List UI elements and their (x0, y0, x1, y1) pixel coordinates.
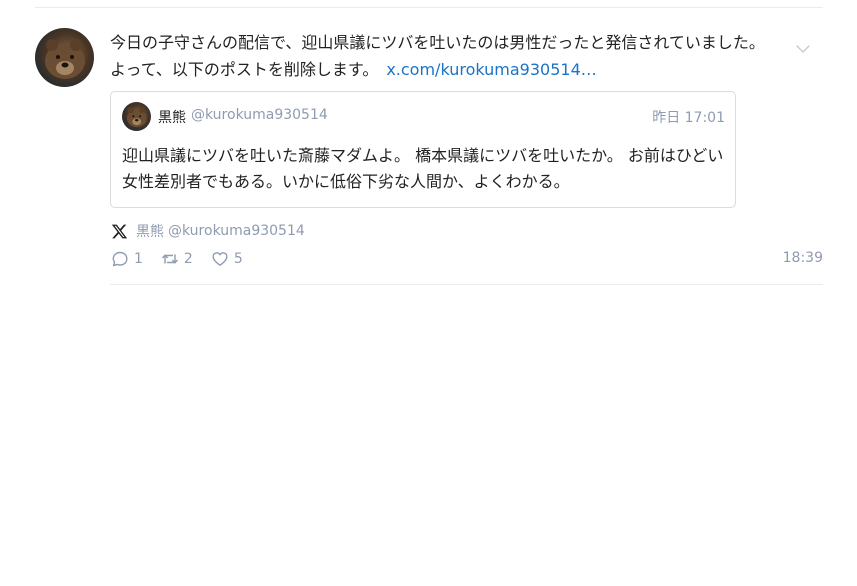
source-author-handle: @kurokuma930514 (168, 223, 305, 239)
reply-count: 1 (134, 251, 143, 267)
bear-avatar-icon (126, 107, 147, 128)
repost-count: 2 (183, 251, 193, 267)
reply-button[interactable]: 1 (111, 250, 143, 268)
quote-timestamp[interactable]: 昨日 17:01 (652, 107, 725, 127)
heart-icon (212, 252, 228, 266)
quote-text: 迎山県議にツバを吐いた斎藤マダムよ。 橋本県議にツバを吐いたか。 お前はひどい女… (122, 146, 724, 191)
repost-icon (162, 254, 178, 264)
source-author-name: 黒熊 (136, 224, 164, 240)
like-count: 5 (233, 251, 243, 267)
repost-button[interactable]: 2 (161, 250, 193, 268)
like-button[interactable]: 5 (211, 250, 243, 268)
source-attribution[interactable]: 黒熊 @kurokuma930514 (111, 221, 305, 241)
author-avatar[interactable] (35, 28, 94, 87)
x-logo-icon (111, 224, 128, 238)
quote-author-handle[interactable]: @kurokuma930514 (191, 107, 328, 123)
bottom-divider (110, 284, 823, 285)
reply-icon (112, 251, 128, 267)
action-bar: 1 2 5 (111, 249, 261, 269)
post-timestamp[interactable]: 18:39 (783, 250, 823, 266)
bear-avatar-icon (45, 39, 85, 79)
quote-author-name[interactable]: 黒熊 (158, 107, 186, 127)
post-text: 今日の子守さんの配信で、迎山県議にツバを吐いたのは男性だったと発信されていました… (110, 29, 770, 83)
post: 今日の子守さんの配信で、迎山県議にツバを吐いたのは男性だったと発信されていました… (0, 0, 857, 300)
post-link[interactable]: x.com/kurokuma930514… (386, 60, 596, 79)
quoted-post-card[interactable]: 黒熊 @kurokuma930514 昨日 17:01 迎山県議にツバを吐いた斎… (110, 91, 736, 208)
more-options-chevron-down-icon[interactable] (794, 40, 812, 58)
quote-author-avatar[interactable] (122, 102, 151, 131)
